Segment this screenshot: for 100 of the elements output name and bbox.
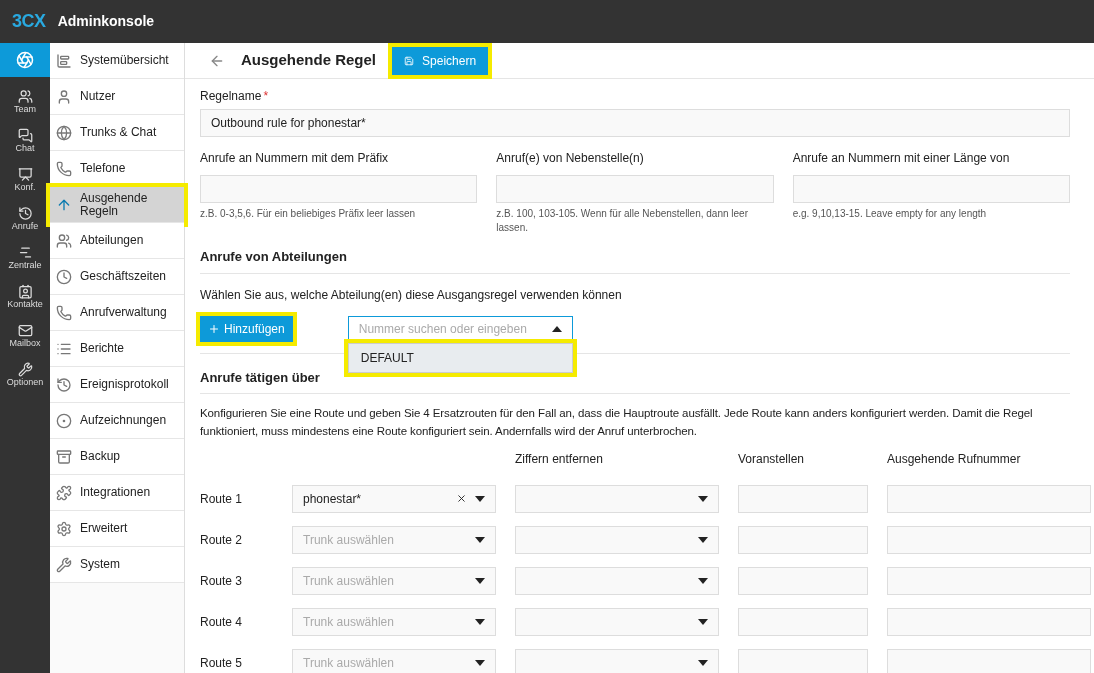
caret-icon	[475, 618, 485, 625]
chart-icon	[17, 245, 33, 261]
digits-select[interactable]	[515, 525, 719, 554]
section-heading: Anrufe tätigen über	[200, 367, 1070, 394]
sidebar-item[interactable]: Integrationen	[50, 475, 184, 511]
rail-item[interactable]: Konf.	[0, 161, 50, 200]
input-field[interactable]	[887, 648, 1091, 673]
rail-item[interactable]: Anrufe	[0, 200, 50, 239]
field-hint: e.g. 9,10,13-15. Leave empty for any length	[792, 207, 988, 221]
field-label: Anruf(e) von Nebenstelle(n)	[496, 150, 645, 167]
sidebar-item[interactable]: Erweitert	[50, 511, 184, 547]
digits-select[interactable]	[515, 484, 719, 513]
user-icon	[56, 88, 72, 105]
dot-circle-icon	[56, 412, 72, 429]
input-field[interactable]	[496, 175, 774, 203]
sidebar-item[interactable]: Anrufverwaltung	[50, 295, 184, 331]
rail-item[interactable]: Kontakte	[0, 278, 50, 317]
caret-icon	[475, 495, 485, 502]
route-label: Route 1	[200, 490, 244, 508]
rail-item[interactable]: Zentrale	[0, 239, 50, 278]
route-label: Route 5	[200, 654, 244, 672]
chat-bubbles-icon	[17, 128, 33, 144]
field-label: Anrufe an Nummern mit dem Präfix	[200, 150, 390, 167]
input-field[interactable]	[200, 175, 478, 203]
sidebar-item[interactable]: Ereignisprotokoll	[50, 367, 184, 403]
phone-icon	[56, 304, 72, 321]
caret-icon	[475, 577, 485, 584]
field-hint: z.B. 100, 103-105. Wenn für alle Nebenstellen, dann leer lassen.	[496, 207, 749, 235]
rail-item[interactable]: Chat	[0, 122, 50, 161]
input-field[interactable]	[738, 566, 868, 595]
caret-up-icon	[551, 326, 562, 332]
sidebar-item[interactable]: Berichte	[50, 331, 184, 367]
chart-icon	[56, 52, 72, 69]
archive-icon	[56, 448, 72, 465]
column-header: Ausgehende Rufnummer	[887, 451, 1022, 468]
caret-icon	[698, 618, 708, 625]
caret-icon	[475, 659, 485, 666]
column-header: Ziffern entfernen	[515, 451, 604, 468]
input-field[interactable]	[887, 607, 1091, 636]
puzzle-icon	[56, 484, 72, 501]
globe-icon	[56, 124, 72, 141]
clock-icon	[56, 268, 72, 285]
section-heading: Anrufe von Abteilungen	[200, 247, 1070, 274]
people-icon	[17, 89, 33, 105]
route-label: Route 2	[200, 531, 244, 549]
sidebar-item[interactable]: System	[50, 547, 184, 583]
input-field[interactable]	[738, 607, 868, 636]
section-description: Konfigurieren Sie eine Route und geben Sie 4 Ersatzrouten für den Fall an, dass die Hauptroute ausfällt. Jede Route kann anders konfiguriert werden. Damit die Regel funktioniert, muss mindestens eine Route konfiguriert sein. Andernfalls wird der Anruf unterbrochen.	[200, 406, 1034, 439]
rail-item[interactable]: Team	[0, 83, 50, 122]
app-title: Adminkonsole	[57, 12, 155, 31]
sidebar-item[interactable]: Abteilungen	[50, 223, 184, 259]
sidebar-item[interactable]: Backup	[50, 439, 184, 475]
sidebar-item[interactable]: Systemübersicht	[50, 43, 184, 79]
required-mark: *	[263, 88, 269, 105]
input-field[interactable]	[887, 566, 1091, 595]
plus-icon	[208, 323, 220, 335]
input-field[interactable]	[792, 175, 1070, 203]
clear-icon[interactable]	[456, 493, 467, 504]
phone-icon	[56, 160, 72, 177]
wrench-icon	[56, 556, 72, 573]
history-icon	[17, 206, 33, 222]
wrench-icon	[17, 362, 33, 378]
sidebar-item[interactable]: Nutzer	[50, 79, 184, 115]
sidebar-item[interactable]: Aufzeichnungen	[50, 403, 184, 439]
input-field[interactable]	[887, 484, 1091, 513]
rail-item[interactable]: Mailbox	[0, 317, 50, 356]
input-field[interactable]	[738, 648, 868, 673]
trunk-select[interactable]: phonestar*	[292, 484, 496, 513]
settings-icon	[56, 520, 72, 537]
field-label: Regelname	[200, 88, 262, 105]
input-field[interactable]	[738, 484, 868, 513]
page-title: Ausgehende Regel	[241, 50, 377, 71]
input-field[interactable]	[887, 525, 1091, 554]
save-icon	[404, 55, 415, 66]
rail-item[interactable]: Optionen	[0, 356, 50, 395]
input-field[interactable]	[738, 525, 868, 554]
sidebar-item[interactable]: Geschäftszeiten	[50, 259, 184, 295]
input-field[interactable]: Outbound rule for phonestar*	[200, 109, 1070, 137]
sidebar-item[interactable]: Trunks & Chat	[50, 115, 184, 151]
route-label: Route 3	[200, 572, 244, 590]
digits-select[interactable]	[515, 566, 719, 595]
caret-icon	[475, 536, 485, 543]
column-header: Voranstellen	[738, 451, 806, 468]
contact-card-icon	[17, 284, 33, 300]
caret-icon	[698, 495, 708, 502]
route-label: Route 4	[200, 613, 244, 631]
people-icon	[56, 232, 72, 249]
aperture-icon	[16, 51, 34, 69]
logo: 3CX	[12, 10, 46, 33]
history-icon	[56, 376, 72, 393]
field-label: Anrufe an Nummern mit einer Länge von	[792, 150, 1011, 167]
digits-select[interactable]	[515, 648, 719, 673]
section-description: Wählen Sie aus, welche Abteilung(en) diese Ausgangsregel verwenden können	[200, 286, 623, 304]
envelope-icon	[17, 323, 33, 339]
caret-icon	[698, 536, 708, 543]
caret-icon	[698, 577, 708, 584]
digits-select[interactable]	[515, 607, 719, 636]
field-hint: z.B. 0-3,5,6. Für ein beliebiges Präfix leer lassen	[200, 207, 417, 221]
caret-icon	[698, 659, 708, 666]
presentation-icon	[17, 167, 33, 183]
